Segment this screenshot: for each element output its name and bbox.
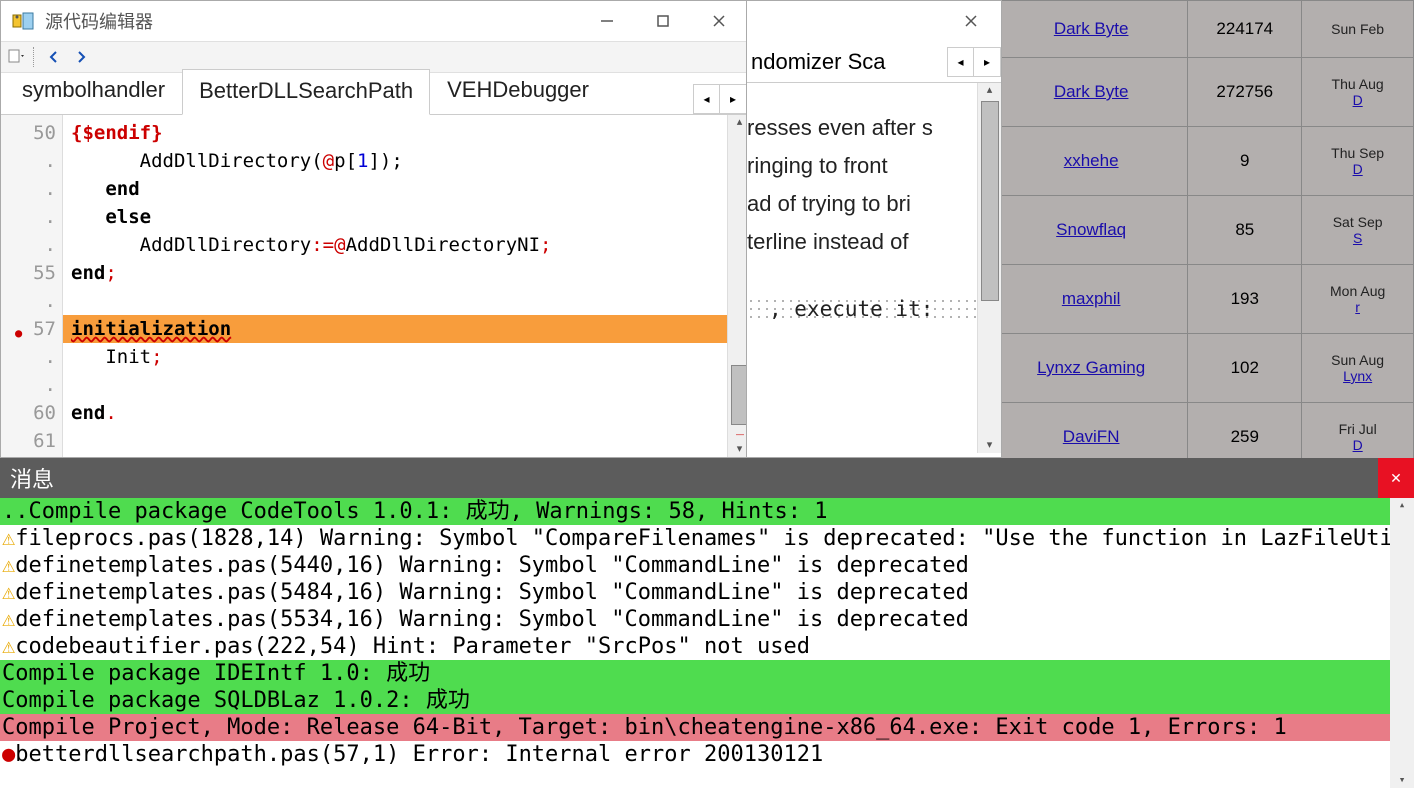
message-line[interactable]: ⚠definetemplates.pas(5534,16) Warning: S… <box>0 606 1414 633</box>
right-window: ndomizer Sca ◂ ▸ resses even after s rin… <box>746 0 1002 458</box>
messages-panel: 消息 ✕ ..Compile package CodeTools 1.0.1: … <box>0 458 1414 792</box>
message-line[interactable]: ⚠codebeautifier.pas(222,54) Hint: Parame… <box>0 633 1414 660</box>
messages-header[interactable]: 消息 ✕ <box>0 458 1414 498</box>
table-row: xxhehe9Thu SepD <box>995 127 1414 196</box>
message-line[interactable]: ..Compile package CodeTools 1.0.1: 成功, W… <box>0 498 1414 525</box>
messages-close-button[interactable]: ✕ <box>1378 458 1414 498</box>
nav-back-icon[interactable] <box>43 45 67 69</box>
tab-scroll-right-icon[interactable]: ▸ <box>720 85 746 113</box>
minimize-button[interactable] <box>579 2 635 40</box>
editor-tabs: symbolhandler BetterDLLSearchPath VEHDeb… <box>1 73 751 115</box>
right-scrollbar[interactable]: ▴ ▾ <box>977 83 1001 453</box>
message-line[interactable]: Compile Project, Mode: Release 64-Bit, T… <box>0 714 1414 741</box>
right-tab-right-icon[interactable]: ▸ <box>974 48 1000 76</box>
source-editor-window: 源代码编辑器 symbolhandler BetterDLLSearchPath… <box>0 0 752 458</box>
message-line[interactable]: ⚠fileprocs.pas(1828,14) Warning: Symbol … <box>0 525 1414 552</box>
document-dropdown-icon[interactable] <box>5 45 29 69</box>
tab-symbolhandler[interactable]: symbolhandler <box>5 68 182 114</box>
user-link[interactable]: xxhehe <box>1064 151 1119 170</box>
messages-title: 消息 <box>10 462 54 494</box>
tab-betterdllsearchpath[interactable]: BetterDLLSearchPath <box>182 69 430 115</box>
right-tab-left-icon[interactable]: ◂ <box>948 48 974 76</box>
code-editor[interactable]: 50 . . . . 55 . 57 . . 60 61 {$endif} Ad… <box>1 115 751 457</box>
message-line[interactable]: ⚠definetemplates.pas(5440,16) Warning: S… <box>0 552 1414 579</box>
user-link[interactable]: Lynxz Gaming <box>1037 358 1145 377</box>
table-row: maxphil193Mon Augr <box>995 265 1414 334</box>
table-row: Lynxz Gaming102Sun AugLynx <box>995 334 1414 403</box>
titlebar[interactable]: 源代码编辑器 <box>1 1 751 41</box>
message-line[interactable]: ●betterdllsearchpath.pas(57,1) Error: In… <box>0 741 1414 768</box>
tab-nav: ◂ ▸ <box>693 84 747 114</box>
close-button[interactable] <box>691 2 747 40</box>
messages-body[interactable]: ..Compile package CodeTools 1.0.1: 成功, W… <box>0 498 1414 788</box>
user-link[interactable]: Snowflaq <box>1056 220 1126 239</box>
right-titlebar[interactable] <box>747 1 1001 41</box>
right-tabs: ndomizer Sca ◂ ▸ <box>747 41 1001 83</box>
user-link[interactable]: maxphil <box>1062 289 1121 308</box>
app-icon <box>11 9 35 33</box>
maximize-button[interactable] <box>635 2 691 40</box>
messages-scrollbar[interactable]: ▴ ▾ <box>1390 498 1414 788</box>
user-link[interactable]: DaviFN <box>1063 427 1120 446</box>
right-content[interactable]: resses even after s ringing to front ad … <box>747 83 1001 453</box>
separator <box>33 47 39 67</box>
tab-vehdebugger[interactable]: VEHDebugger <box>430 68 606 114</box>
code-area[interactable]: {$endif} AddDllDirectory(@p[1]); end els… <box>63 115 751 457</box>
right-tab[interactable]: ndomizer Sca <box>751 49 886 75</box>
tab-scroll-left-icon[interactable]: ◂ <box>694 85 720 113</box>
user-link[interactable]: Dark Byte <box>1054 82 1129 101</box>
table-row: Snowflaq85Sat SepS <box>995 196 1414 265</box>
table-row: Dark Byte272756Thu AugD <box>995 58 1414 127</box>
gutter: 50 . . . . 55 . 57 . . 60 61 <box>1 115 63 457</box>
table-row: Dark Byte224174Sun Feb <box>995 1 1414 58</box>
nav-forward-icon[interactable] <box>69 45 93 69</box>
message-line[interactable]: ⚠definetemplates.pas(5484,16) Warning: S… <box>0 579 1414 606</box>
user-link[interactable]: Dark Byte <box>1054 19 1129 38</box>
message-line[interactable]: Compile package SQLDBLaz 1.0.2: 成功 <box>0 687 1414 714</box>
window-title: 源代码编辑器 <box>45 8 579 34</box>
message-line[interactable]: Compile package IDEIntf 1.0: 成功 <box>0 660 1414 687</box>
right-close-button[interactable] <box>951 2 991 40</box>
